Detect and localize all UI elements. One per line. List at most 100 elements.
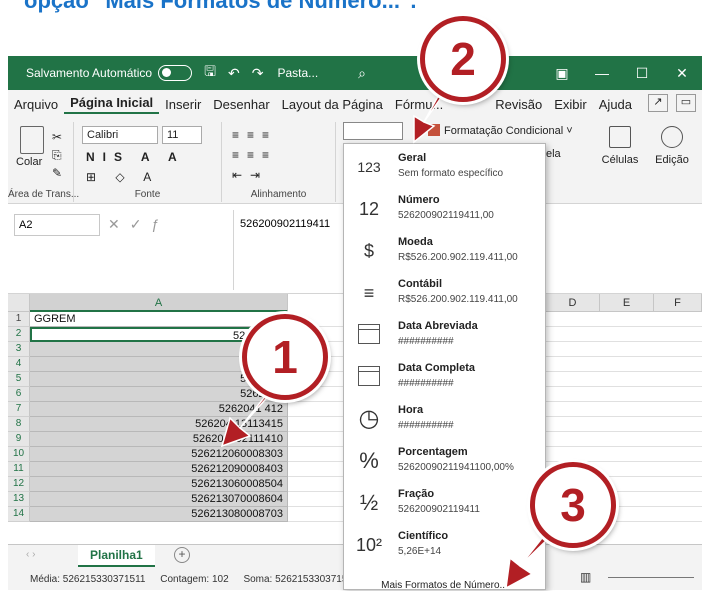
format-cientifico[interactable]: 10² Científico 5,26E+14: [344, 524, 545, 566]
cell-a[interactable]: 526213070008604: [30, 492, 288, 507]
tab-inserir[interactable]: Inserir: [159, 97, 207, 112]
format-title: Científico: [398, 530, 449, 542]
row-number[interactable]: 3: [8, 342, 30, 357]
cell-a1[interactable]: GGREM: [30, 312, 288, 327]
format-numero[interactable]: 12 Número 526200902119411,00: [344, 188, 545, 230]
minimize-icon[interactable]: —: [582, 65, 622, 81]
formula-buttons[interactable]: ✕✓ƒ: [108, 216, 169, 233]
cell-a[interactable]: 526213060008504: [30, 477, 288, 492]
cells-icon: [609, 126, 631, 148]
align-top-buttons[interactable]: ≡≡≡: [232, 128, 277, 142]
format-fracao[interactable]: ½ Fração 526200902119411: [344, 482, 545, 524]
tab-exibir[interactable]: Exibir: [548, 97, 593, 112]
number-12-icon: 12: [358, 199, 380, 219]
tab-revisao[interactable]: Revisão: [489, 97, 548, 112]
font-size-select[interactable]: 11: [162, 126, 202, 144]
maximize-icon[interactable]: ☐: [622, 65, 662, 82]
column-header-e[interactable]: E: [600, 294, 654, 312]
row-number[interactable]: 2: [8, 327, 30, 342]
tab-pagina-inicial[interactable]: Página Inicial: [64, 95, 160, 114]
row-number[interactable]: 11: [8, 462, 30, 477]
number-format-dropdown: 123 Geral Sem formato específico 12 Núme…: [343, 143, 546, 591]
align-horizontal-buttons[interactable]: ≡≡≡: [232, 148, 277, 162]
format-title: Hora: [398, 404, 424, 416]
cell-a[interactable]: 5262041 412: [30, 402, 288, 417]
paste-icon[interactable]: [20, 126, 44, 154]
save-icon[interactable]: 🖫: [204, 61, 216, 85]
column-header-f[interactable]: F: [654, 294, 702, 312]
row-number[interactable]: 12: [8, 477, 30, 492]
conditional-format-button[interactable]: Formatação Condicional ˅: [428, 124, 573, 137]
name-box[interactable]: A2: [14, 214, 100, 236]
tab-arquivo[interactable]: Arquivo: [8, 97, 64, 112]
tab-ajuda[interactable]: Ajuda: [593, 97, 638, 112]
row-number[interactable]: 9: [8, 432, 30, 447]
search-icon[interactable]: ⌕: [358, 65, 366, 82]
autosave-label: Salvamento Automático: [26, 66, 153, 80]
row-number[interactable]: 5: [8, 372, 30, 387]
title-bar: Salvamento Automático 🖫 ↶ ↷ Pasta... ⌕ ▣…: [8, 56, 702, 90]
cells-button[interactable]: Células: [598, 122, 642, 166]
undo-icon[interactable]: ↶: [228, 65, 240, 82]
close-icon[interactable]: ✕: [662, 65, 702, 82]
indent-buttons[interactable]: ⇤⇥: [232, 168, 268, 182]
format-title: Porcentagem: [398, 446, 468, 458]
row-number[interactable]: 13: [8, 492, 30, 507]
row-number[interactable]: 4: [8, 357, 30, 372]
border-fill-buttons[interactable]: ⊞ ◇ A: [86, 170, 159, 184]
format-porcentagem[interactable]: % Porcentagem 52620090211941100,00%: [344, 440, 545, 482]
autosave-toggle[interactable]: [158, 65, 193, 81]
cell-a[interactable]: 5262041: [30, 387, 288, 402]
status-summary: Média: 526215330371511 Contagem: 102 Som…: [30, 574, 381, 585]
table-format-label[interactable]: ela: [546, 148, 561, 160]
clock-icon: ◷: [358, 405, 380, 432]
format-sample: R$526.200.902.119.411,00: [398, 252, 518, 263]
cells-label: Células: [601, 154, 639, 166]
tab-desenhar[interactable]: Desenhar: [207, 97, 275, 112]
format-geral[interactable]: 123 Geral Sem formato específico: [344, 146, 545, 188]
sheet-nav-arrows[interactable]: ‹ ›: [26, 549, 35, 560]
format-data-completa[interactable]: Data Completa ##########: [344, 356, 545, 398]
cell-a[interactable]: 526204 13113415: [30, 417, 288, 432]
editing-button[interactable]: Edição: [650, 122, 694, 166]
cell-a[interactable]: 526212090008403: [30, 462, 288, 477]
ribbon-display-icon[interactable]: ▣: [542, 65, 582, 82]
scientific-icon: 10²: [355, 535, 382, 555]
column-header-d[interactable]: D: [546, 294, 600, 312]
more-number-formats-link[interactable]: Mais Formatos de Número...: [344, 580, 545, 591]
fraction-icon: ½: [359, 490, 379, 515]
format-moeda[interactable]: $ Moeda R$526.200.902.119.411,00: [344, 230, 545, 272]
column-header-a[interactable]: A: [30, 294, 288, 312]
page-layout-icon[interactable]: ▥: [580, 570, 591, 584]
calendar-icon: [354, 320, 384, 350]
row-number[interactable]: 6: [8, 387, 30, 402]
format-title: Geral: [398, 152, 427, 164]
format-hora[interactable]: ◷ Hora ##########: [344, 398, 545, 440]
row-number[interactable]: 10: [8, 447, 30, 462]
select-all-corner[interactable]: [8, 294, 30, 312]
row-number[interactable]: 14: [8, 507, 30, 522]
format-contabil[interactable]: ≡ Contábil R$526.200.902.119.411,00: [344, 272, 545, 314]
formula-input[interactable]: 526200902119411: [240, 218, 330, 230]
file-name: Pasta...: [277, 66, 319, 80]
format-data-abreviada[interactable]: Data Abreviada ##########: [344, 314, 545, 356]
tab-layout[interactable]: Layout da Página: [276, 97, 389, 112]
font-style-buttons[interactable]: NIS A A: [86, 150, 185, 164]
cut-copy-icons[interactable]: ✂ ⎘ ✎: [52, 128, 62, 182]
comment-icon[interactable]: ▭: [676, 94, 696, 112]
zoom-slider[interactable]: [608, 577, 694, 578]
cell-a[interactable]: 526204202111410: [30, 432, 288, 447]
row-number[interactable]: 7: [8, 402, 30, 417]
row-number[interactable]: 1: [8, 312, 30, 327]
sheet-tab-planilha1[interactable]: Planilha1: [78, 545, 155, 567]
row-number[interactable]: 8: [8, 417, 30, 432]
font-name-select[interactable]: Calibri: [82, 126, 158, 144]
paste-label[interactable]: Colar: [16, 156, 42, 168]
add-sheet-icon[interactable]: +: [174, 547, 190, 563]
cell-a[interactable]: 526213080008703: [30, 507, 288, 522]
cell-a[interactable]: 526212060008303: [30, 447, 288, 462]
tab-formulas[interactable]: Fórmu...: [389, 97, 449, 112]
share-icon[interactable]: ↗: [648, 94, 668, 112]
number-format-select[interactable]: [343, 122, 403, 140]
redo-icon[interactable]: ↷: [252, 65, 264, 82]
